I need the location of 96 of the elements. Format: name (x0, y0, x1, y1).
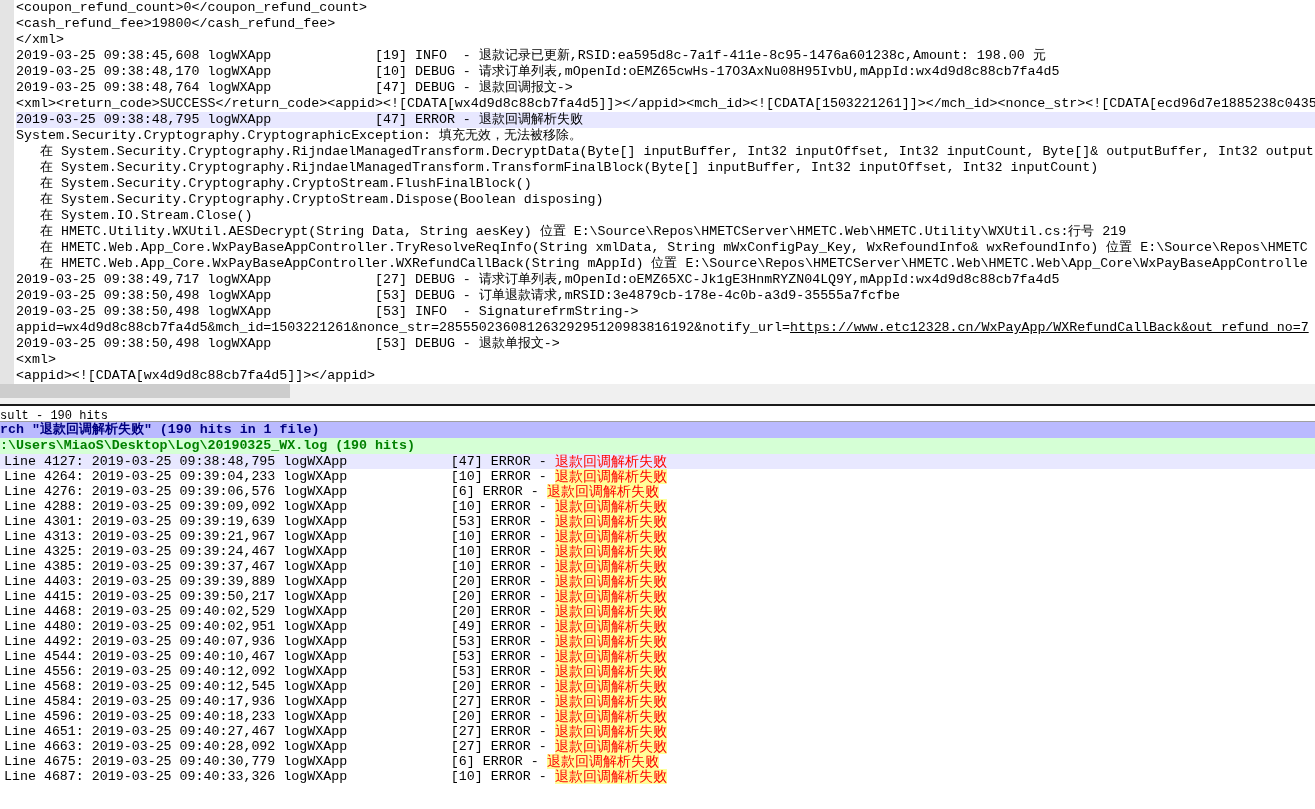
code-line: 2019-03-25 09:38:45,608 logWXApp [19] INFO - 退款记录已更新,RSID:ea595d8c-7a1f-411e-8c95-1476a601238c,Amount: 198.00 元 (16, 48, 1047, 64)
code-line: <xml> (16, 352, 57, 368)
match-text: 退款回调解析失败 (554, 499, 667, 514)
line-number: Line 4276: (4, 484, 84, 499)
match-text: 退款回调解析失败 (546, 484, 659, 499)
line-number: Line 4556: (4, 664, 84, 679)
result-text: 2019-03-25 09:40:17,936 logWXApp [27] ERROR - (91, 694, 548, 709)
result-text: 2019-03-25 09:40:30,779 logWXApp [6] ERROR - (91, 754, 540, 769)
code-line: 在 System.Security.Cryptography.CryptoStream.Dispose(Boolean disposing) (38, 192, 605, 208)
code-line: 在 HMETC.Web.App_Core.WxPayBaseAppController.WXRefundCallBack(String mAppId) 位置 E:\Source\Repos\HMETCServer\HMETC.Web\HMETC.Web\App_Core\WxPayBaseAppControlle (38, 256, 1309, 272)
result-text: 2019-03-25 09:40:07,936 logWXApp [53] ERROR - (91, 634, 548, 649)
code-line: 2019-03-25 09:38:48,764 logWXApp [47] DEBUG - 退款回调报文-> (16, 80, 574, 96)
code-line: 2019-03-25 09:38:48,170 logWXApp [10] DEBUG - 请求订单列表,mOpenId:oEMZ65cwHs-17O3AxNu08H95IvbU,mAppId:wx4d9d8c88cb7fa4d5 (16, 64, 1061, 80)
match-text: 退款回调解析失败 (554, 544, 667, 559)
line-number: Line 4568: (4, 679, 84, 694)
code-line: 2019-03-25 09:38:50,498 logWXApp [53] DEBUG - 订单退款请求,mRSID:3e4879cb-178e-4c0b-a3d9-35555a7fcfbe (16, 288, 901, 304)
match-text: 退款回调解析失败 (554, 604, 667, 619)
line-number: Line 4584: (4, 694, 84, 709)
line-number: Line 4313: (4, 529, 84, 544)
result-text: 2019-03-25 09:39:39,889 logWXApp [20] ERROR - (91, 574, 548, 589)
match-text: 退款回调解析失败 (554, 589, 667, 604)
result-text: 2019-03-25 09:40:02,951 logWXApp [49] ERROR - (91, 619, 548, 634)
file-header: :\Users\MiaoS\Desktop\Log\20190325_WX.log (190 hits) (0, 438, 1315, 454)
scrollbar-thumb[interactable] (0, 384, 290, 398)
line-number: Line 4468: (4, 604, 84, 619)
match-text: 退款回调解析失败 (554, 679, 667, 694)
horizontal-scrollbar[interactable] (0, 384, 1315, 398)
match-text: 退款回调解析失败 (554, 664, 667, 679)
match-text: 退款回调解析失败 (554, 619, 667, 634)
match-text: 退款回调解析失败 (554, 559, 667, 574)
code-line: 2019-03-25 09:38:50,498 logWXApp [53] DEBUG - 退款单报文-> (16, 336, 561, 352)
match-text: 退款回调解析失败 (554, 634, 667, 649)
code-line: 在 System.Security.Cryptography.CryptoStream.FlushFinalBlock() (38, 176, 533, 192)
result-text: 2019-03-25 09:40:12,092 logWXApp [53] ERROR - (91, 664, 548, 679)
line-number: Line 4480: (4, 619, 84, 634)
result-text: 2019-03-25 09:40:02,529 logWXApp [20] ERROR - (91, 604, 548, 619)
line-number: Line 4301: (4, 514, 84, 529)
match-text: 退款回调解析失败 (546, 754, 659, 769)
line-number: Line 4544: (4, 649, 84, 664)
match-text: 退款回调解析失败 (554, 649, 667, 664)
result-text: 2019-03-25 09:39:19,639 logWXApp [53] ERROR - (91, 514, 548, 529)
result-text: 2019-03-25 09:40:33,326 logWXApp [10] ERROR - (91, 769, 548, 784)
result-text: 2019-03-25 09:39:09,092 logWXApp [10] ERROR - (91, 499, 548, 514)
match-text: 退款回调解析失败 (554, 529, 667, 544)
line-number: Line 4403: (4, 574, 84, 589)
code-line: 在 System.Security.Cryptography.RijndaelManagedTransform.DecryptData(Byte[] inputBuffer, Int32 inputOffset, Int32 inputCount, Byte[]& outputBuffer, Int32 output (38, 144, 1315, 160)
result-text: 2019-03-25 09:39:21,967 logWXApp [10] ERROR - (91, 529, 548, 544)
code-line: <cash_refund_fee>19800</cash_refund_fee> (16, 16, 337, 32)
result-text: 2019-03-25 09:40:12,545 logWXApp [20] ERROR - (91, 679, 548, 694)
code-line: appid=wx4d9d8c88cb7fa4d5&mch_id=1503221261&nonce_str=28555023608126329295120983816192&notify_url=https://www.etc12328.cn/WxPayApp/WXRefundCallBack&out_refund_no=7 (16, 320, 1310, 336)
match-text: 退款回调解析失败 (554, 454, 667, 469)
match-text: 退款回调解析失败 (554, 724, 667, 739)
line-number: Line 4492: (4, 634, 84, 649)
code-line: 2019-03-25 09:38:49,717 logWXApp [27] DEBUG - 请求订单列表,mOpenId:oEMZ65XC-Jk1gE3HnmRYZN04LQ9Y,mAppId:wx4d9d8c88cb7fa4d5 (16, 272, 1061, 288)
line-number: Line 4596: (4, 709, 84, 724)
search-result-row[interactable]: Line 4127: 2019-03-25 09:38:48,795 logWXApp [47] ERROR - 退款回调解析失败 (0, 454, 1315, 469)
panel-title: sult - 190 hits (0, 409, 109, 423)
code-line: 2019-03-25 09:38:50,498 logWXApp [53] INFO - SignaturefrmString-> (16, 304, 640, 320)
result-text: 2019-03-25 09:40:18,233 logWXApp [20] ERROR - (91, 709, 548, 724)
result-text: 2019-03-25 09:40:28,092 logWXApp [27] ERROR - (91, 739, 547, 754)
line-number: Line 4687: (4, 769, 84, 784)
line-number: Line 4651: (4, 724, 84, 739)
line-number: Line 4288: (4, 499, 84, 514)
search-header: rch "退款回调解析失败" (190 hits in 1 file) (0, 422, 1315, 438)
match-text: 退款回调解析失败 (554, 769, 667, 784)
line-number: Line 4415: (4, 589, 84, 604)
code-line: <coupon_refund_count>0</coupon_refund_count> (16, 0, 369, 16)
match-text: 退款回调解析失败 (554, 574, 667, 589)
result-text: 2019-03-25 09:39:24,467 logWXApp [10] ERROR - (91, 544, 548, 559)
match-text: 退款回调解析失败 (554, 514, 667, 529)
result-text: 2019-03-25 09:38:48,795 logWXApp [47] ERROR - (91, 454, 548, 469)
match-text: 退款回调解析失败 (554, 739, 667, 754)
code-line: <xml><return_code>SUCCESS</return_code><appid><![CDATA[wx4d9d8c88cb7fa4d5]]></appid><mch_id><![CDATA[1503221261]]></mch_id><nonce_str><![CDATA[ecd96d7e1885238c0435 (16, 96, 1315, 112)
code-line: 在 System.IO.Stream.Close() (38, 208, 254, 224)
code-line: <appid><![CDATA[wx4d9d8c88cb7fa4d5]]></appid> (16, 368, 377, 384)
code-line: System.Security.Cryptography.CryptographicException: 填充无效，无法被移除。 (16, 128, 583, 144)
line-number: Line 4663: (4, 739, 84, 754)
result-text: 2019-03-25 09:40:10,467 logWXApp [53] ERROR - (91, 649, 548, 664)
line-number: Line 4675: (4, 754, 84, 769)
code-line: 在 HMETC.Web.App_Core.WxPayBaseAppController.TryResolveReqInfo(String xmlData, String mWxConfigPay_Key, WxRefoundInfo& wxRefoundInfo) 位置 E:\Source\Repos\HMETC (38, 240, 1309, 256)
url-link[interactable]: https://www.etc12328.cn/WxPayApp/WXRefundCallBack&out_refund_no=7 (790, 320, 1309, 335)
line-number: Line 4325: (4, 544, 84, 559)
result-text: 2019-03-25 09:40:27,467 logWXApp [27] ERROR - (91, 724, 548, 739)
result-text: 2019-03-25 09:39:06,576 logWXApp [6] ERROR - (91, 484, 540, 499)
match-text: 退款回调解析失败 (554, 469, 667, 484)
result-text: 2019-03-25 09:39:50,217 logWXApp [20] ERROR - (91, 589, 548, 604)
code-line: 在 System.Security.Cryptography.RijndaelManagedTransform.TransformFinalBlock(Byte[] inputBuffer, Int32 inputOffset, Int32 inputCount) (38, 160, 1100, 176)
match-text: 退款回调解析失败 (554, 709, 667, 724)
code-line: </xml> (16, 32, 65, 48)
match-text: 退款回调解析失败 (554, 694, 667, 709)
code-line: 在 HMETC.Utility.WXUtil.AESDecrypt(String Data, String aesKey) 位置 E:\Source\Repos\HMETCServer\HMETC.Web\HMETC.Utility\WXUtil.cs:行号 219 (38, 224, 1128, 240)
result-text: 2019-03-25 09:39:37,467 logWXApp [10] ERROR - (91, 559, 548, 574)
line-number: Line 4127: (4, 454, 84, 469)
line-number: Line 4264: (4, 469, 84, 484)
result-text: 2019-03-25 09:39:04,233 logWXApp [10] ERROR - (91, 469, 547, 484)
line-number: Line 4385: (4, 559, 84, 574)
